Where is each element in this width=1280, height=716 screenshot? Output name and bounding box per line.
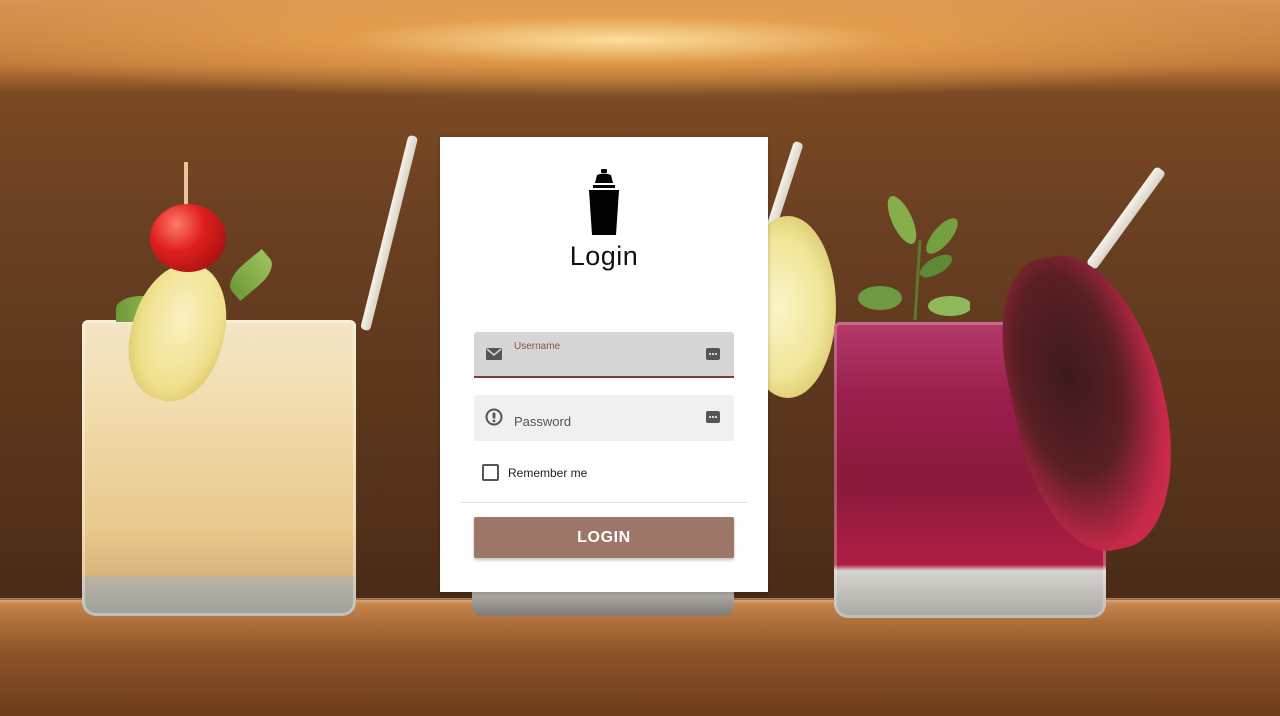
remember-me-label: Remember me xyxy=(508,465,588,480)
info-circle-icon xyxy=(485,408,503,426)
password-manager-icon[interactable] xyxy=(706,348,720,360)
password-manager-icon[interactable] xyxy=(706,411,720,423)
remember-me-checkbox[interactable] xyxy=(482,464,499,481)
mint-leaf xyxy=(223,248,279,302)
login-button[interactable]: LOGIN xyxy=(474,517,734,558)
mail-icon xyxy=(486,348,502,360)
divider xyxy=(460,502,748,503)
password-input[interactable] xyxy=(512,409,702,433)
mint-sprig xyxy=(858,196,970,320)
username-field[interactable]: Username xyxy=(474,332,734,378)
page-title: Login xyxy=(569,241,639,271)
remember-me[interactable]: Remember me xyxy=(482,464,587,481)
straw-right xyxy=(1085,165,1167,271)
password-field[interactable] xyxy=(474,395,734,441)
login-card: Login Username Remember me LOGIN xyxy=(440,137,768,592)
cherry xyxy=(150,204,226,272)
username-input[interactable] xyxy=(512,346,702,370)
straw-left xyxy=(360,134,419,332)
cocktail-shaker-icon xyxy=(589,169,619,235)
cocktail-glass-left xyxy=(82,320,356,616)
cherry-stick xyxy=(184,162,188,210)
